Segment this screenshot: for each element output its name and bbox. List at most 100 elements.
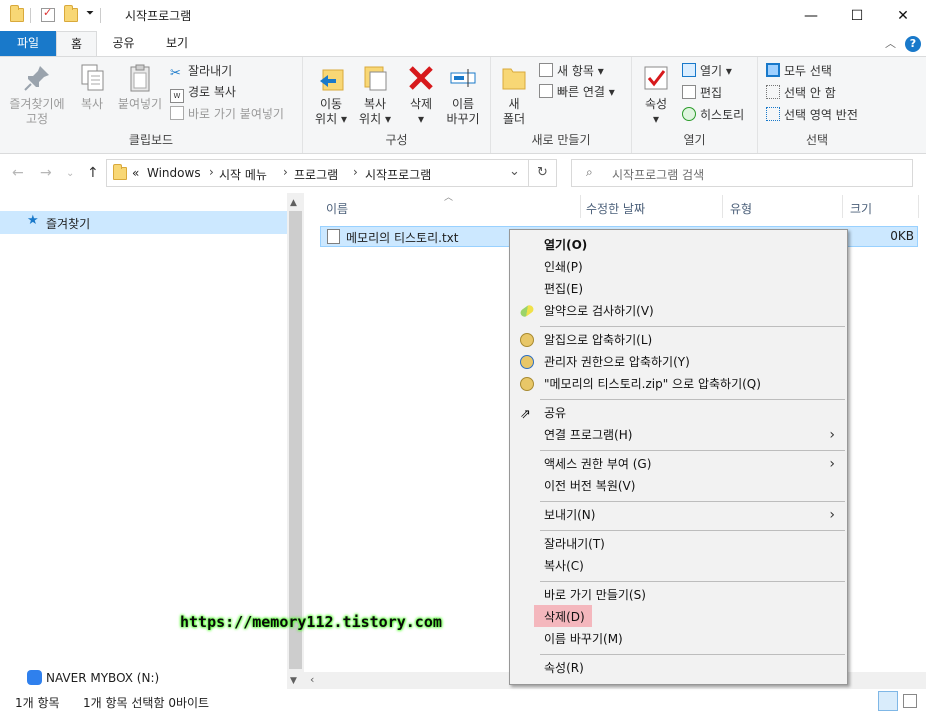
address-bar[interactable]: « Windows › 시작 메뉴 › 프로그램 › 시작프로그램 ⌄	[106, 159, 529, 187]
open-button[interactable]: 열기 ▾	[682, 61, 732, 81]
menu-item-copy[interactable]: 복사(C)	[512, 555, 845, 577]
tab-file[interactable]: 파일	[0, 31, 56, 56]
menu-item-edit[interactable]: 편집(E)	[512, 278, 845, 300]
rename-button[interactable]: 이름 바꾸기	[441, 61, 485, 127]
new-folder-button[interactable]: 새 폴더	[497, 61, 531, 127]
new-item-button[interactable]: 새 항목 ▾	[539, 61, 604, 81]
details-view-icon[interactable]	[878, 691, 898, 711]
refresh-icon[interactable]: ↻	[529, 159, 557, 187]
menu-item-print[interactable]: 인쇄(P)	[512, 256, 845, 278]
select-group-label: 선택	[805, 133, 829, 147]
tab-view[interactable]: 보기	[152, 31, 202, 56]
clipboard-group: 즐겨찾기에 고정 복사 붙여넣기 ✂ 잘라내기 W 경로 복사 바로 가기 붙여넣기…	[0, 57, 303, 153]
history-button[interactable]: 히스토리	[682, 105, 744, 125]
paste-button[interactable]: 붙여넣기	[114, 61, 166, 112]
ribbon-tabs: 파일 홈 공유 보기	[0, 31, 926, 57]
move-to-button[interactable]: 이동 위치 ▾	[309, 61, 353, 127]
open-group: 속성 ▾ 열기 ▾ 편집 히스토리 열기	[632, 57, 758, 153]
folder-icon	[113, 164, 127, 180]
minimize-button[interactable]: —	[788, 0, 834, 31]
menu-item-rename[interactable]: 이름 바꾸기(M)	[512, 628, 845, 650]
nav-item-favorites[interactable]: ★ 즐겨찾기	[0, 211, 287, 234]
close-button[interactable]: ✕	[880, 0, 926, 31]
delete-button[interactable]: 삭제 ▾	[401, 61, 441, 127]
column-size[interactable]: 크기	[850, 200, 872, 217]
paste-shortcut-button[interactable]: 바로 가기 붙여넣기	[170, 104, 284, 124]
search-placeholder: 시작프로그램 검색	[612, 168, 705, 182]
menu-item-properties[interactable]: 속성(R)	[512, 657, 845, 679]
breadcrumb-overflow[interactable]: «	[132, 166, 139, 180]
menu-item-restore[interactable]: 이전 버전 복원(V)	[512, 475, 845, 497]
nav-pane-scroll-thumb[interactable]	[289, 211, 302, 669]
easy-access-icon	[539, 84, 553, 98]
menu-item-cut[interactable]: 잘라내기(T)	[512, 533, 845, 555]
copy-path-icon: W	[170, 89, 184, 103]
scroll-down-icon[interactable]: ▼	[290, 676, 297, 686]
selection-info: 1개 항목 선택함 0바이트	[83, 696, 210, 710]
menu-item-send-to[interactable]: 보내기(N) ›	[512, 504, 845, 526]
chevron-right-icon: ›	[829, 507, 835, 523]
move-folder-icon	[316, 63, 346, 93]
scroll-up-icon[interactable]: ▲	[290, 198, 297, 208]
help-icon[interactable]: ?	[905, 36, 921, 52]
breadcrumb-startup[interactable]: 시작프로그램	[365, 166, 431, 183]
menu-item-open-with[interactable]: 연결 프로그램(H) ›	[512, 424, 845, 446]
scroll-left-icon[interactable]: ‹	[310, 673, 314, 686]
up-arrow-icon[interactable]: ↑	[87, 165, 99, 181]
copy-path-button[interactable]: W 경로 복사	[170, 82, 236, 103]
recent-locations-icon[interactable]: ⌄	[66, 168, 74, 179]
open-icon	[682, 63, 696, 77]
invert-selection-icon	[766, 107, 780, 121]
menu-item-alzip-named[interactable]: "메모리의 티스토리.zip" 으로 압축하기(Q)	[512, 373, 845, 395]
pin-to-quick-access-button[interactable]: 즐겨찾기에 고정	[6, 61, 68, 127]
menu-item-share[interactable]: ⇗ 공유	[512, 402, 845, 424]
menu-item-alzip[interactable]: 알집으로 압축하기(L)	[512, 329, 845, 351]
select-all-icon	[766, 63, 780, 77]
invert-selection-button[interactable]: 선택 영역 반전	[766, 105, 858, 125]
menu-item-give-access[interactable]: 액세스 권한 부여 (G) ›	[512, 453, 845, 475]
watermark: https://memory112.tistory.com	[180, 613, 442, 631]
menu-item-alzip-admin[interactable]: 관리자 권한으로 압축하기(Y)	[512, 351, 845, 373]
properties-button[interactable]: 속성 ▾	[638, 61, 674, 127]
collapse-ribbon-icon[interactable]: ︿	[885, 35, 896, 51]
tab-share[interactable]: 공유	[101, 31, 146, 56]
share-icon: ⇗	[520, 407, 531, 422]
forward-arrow-icon[interactable]: →	[40, 165, 52, 181]
folder-icon	[10, 5, 24, 22]
customize-quick-access-icon[interactable]: ⏷	[86, 8, 94, 19]
maximize-button[interactable]: ☐	[834, 0, 880, 31]
nav-item-mybox[interactable]: NAVER MYBOX (N:)	[0, 667, 287, 689]
edit-button[interactable]: 편집	[682, 83, 722, 103]
select-none-button[interactable]: 선택 안 함	[766, 83, 836, 103]
menu-item-delete[interactable]: 삭제(D)	[512, 606, 845, 628]
easy-access-button[interactable]: 빠른 연결 ▾	[539, 82, 615, 102]
edit-pencil-icon	[682, 85, 696, 99]
alyac-pill-icon	[518, 303, 536, 319]
select-all-button[interactable]: 모두 선택	[766, 61, 832, 81]
copy-icon	[77, 63, 107, 93]
column-modified[interactable]: 수정한 날짜	[586, 200, 645, 217]
cut-button[interactable]: ✂ 잘라내기	[170, 61, 232, 81]
breadcrumb-start-menu[interactable]: 시작 메뉴	[219, 166, 267, 183]
menu-item-scan[interactable]: 알약으로 검사하기(V)	[512, 300, 845, 322]
new-group: 새 폴더 새 항목 ▾ 빠른 연결 ▾ 새로 만들기	[491, 57, 632, 153]
properties-check-icon[interactable]: ✓	[41, 6, 55, 22]
back-arrow-icon[interactable]: ←	[12, 165, 24, 181]
column-name[interactable]: 이름	[326, 200, 348, 217]
text-file-icon	[327, 229, 340, 244]
context-menu: 열기(O) 인쇄(P) 편집(E) 알약으로 검사하기(V) 알집으로 압축하기…	[509, 229, 848, 685]
menu-item-open[interactable]: 열기(O)	[512, 234, 845, 256]
rename-icon	[448, 63, 478, 93]
breadcrumb-windows[interactable]: Windows	[147, 166, 201, 180]
new-folder-icon[interactable]	[64, 5, 78, 22]
new-item-icon	[539, 63, 553, 77]
copy-button[interactable]: 복사	[72, 61, 112, 112]
search-box[interactable]: ⌕ 시작프로그램 검색	[571, 159, 913, 187]
large-icons-view-icon[interactable]	[903, 694, 917, 708]
column-type[interactable]: 유형	[730, 200, 752, 217]
breadcrumb-programs[interactable]: 프로그램	[294, 166, 338, 183]
menu-item-create-shortcut[interactable]: 바로 가기 만들기(S)	[512, 584, 845, 606]
tab-home[interactable]: 홈	[56, 31, 97, 57]
address-dropdown-icon[interactable]: ⌄	[509, 164, 520, 179]
copy-to-button[interactable]: 복사 위치 ▾	[353, 61, 397, 127]
